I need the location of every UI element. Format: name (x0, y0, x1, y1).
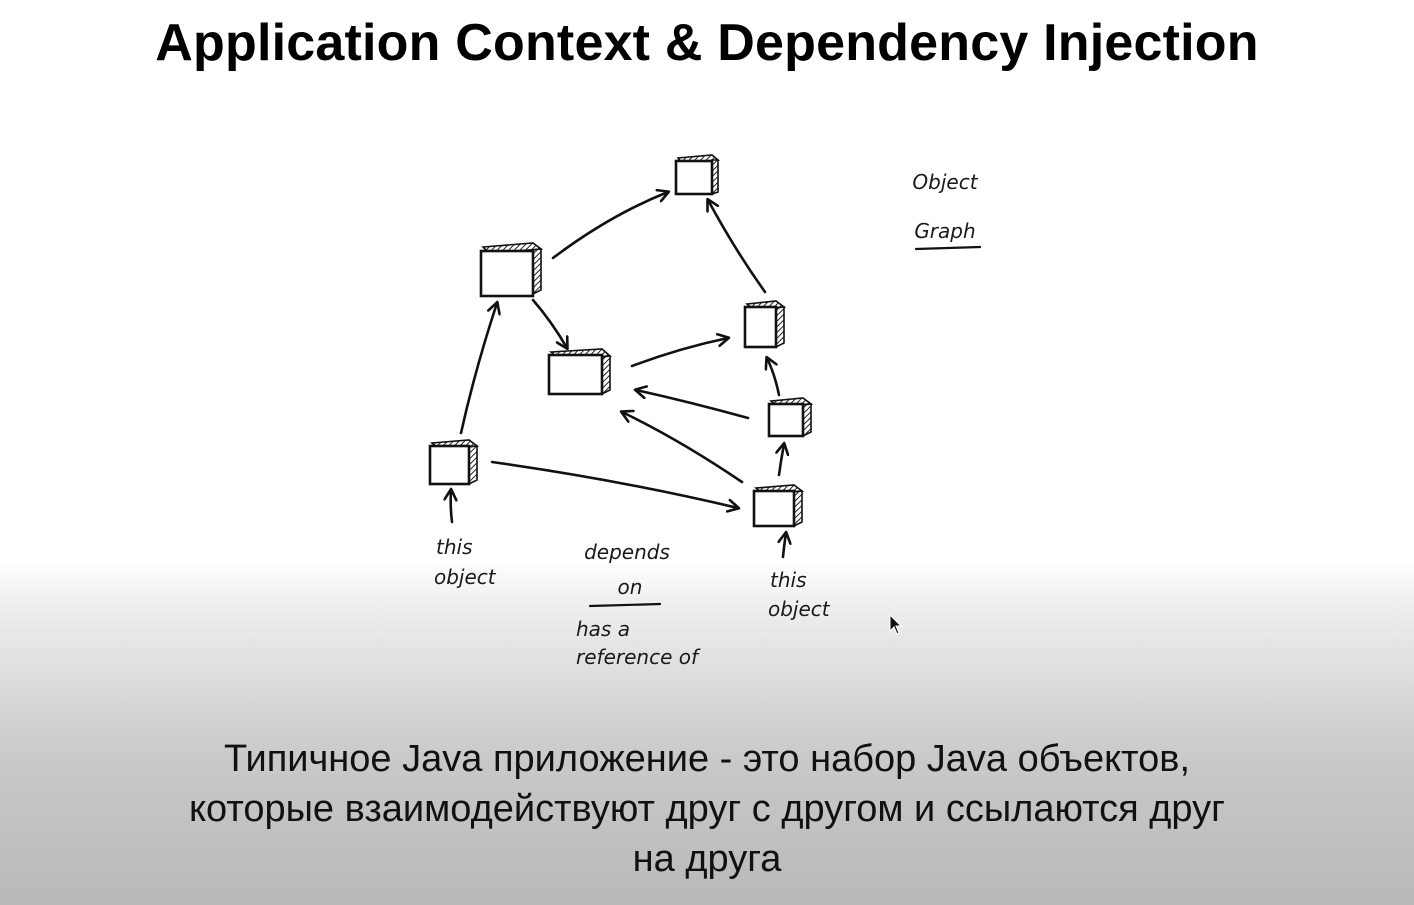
reference-of-text: reference of (576, 645, 701, 669)
edge-lowerleft-to-lowerright (490, 460, 738, 508)
right-this-text: this (770, 568, 807, 592)
node-center (547, 348, 613, 396)
edge-lowerleft-to-upperleft (459, 303, 497, 435)
edge-lowerright-to-rightmiddle (779, 444, 784, 477)
node-top (674, 154, 721, 196)
arrow-right-this-object (783, 533, 786, 559)
left-this-text: this (436, 535, 473, 559)
on-text: on (618, 575, 643, 599)
node-lower-left (428, 439, 480, 486)
edge-rightmiddle-to-center (636, 390, 750, 420)
object-graph-diagram: Object Graph this object this object dep… (428, 154, 982, 669)
arrow-left-this-object (451, 490, 452, 524)
right-object-text: object (768, 597, 831, 621)
edge-rightmiddle-to-rightupper (767, 358, 781, 397)
node-upper-left (479, 242, 544, 298)
caption-line-1: Типичное Java приложение - это набор Jav… (223, 738, 1191, 780)
slide-caption: Типичное Java приложение - это набор Jav… (60, 734, 1354, 884)
edge-lowerright-to-center (622, 412, 744, 484)
legend-underline (914, 245, 982, 251)
left-object-text: object (434, 565, 497, 589)
caption-line-3: на друга (632, 838, 782, 880)
edge-center-to-rightupper (630, 338, 728, 368)
node-right-middle (767, 397, 814, 438)
edge-rightupper-to-top (708, 200, 767, 294)
depends-text: depends (584, 540, 670, 564)
caption-line-2: которые взаимодействуют друг с другом и … (189, 788, 1225, 830)
edge-upperleft-to-top (551, 192, 668, 260)
legend-graph-text: Graph (914, 219, 975, 243)
has-a-text: has a (576, 617, 630, 641)
node-right-upper (743, 300, 787, 349)
mouse-pointer-icon (889, 614, 903, 635)
relation-divider (588, 602, 662, 608)
legend-object-text: Object (912, 170, 978, 194)
node-lower-right (752, 484, 805, 528)
edge-upperleft-to-center (531, 298, 567, 348)
